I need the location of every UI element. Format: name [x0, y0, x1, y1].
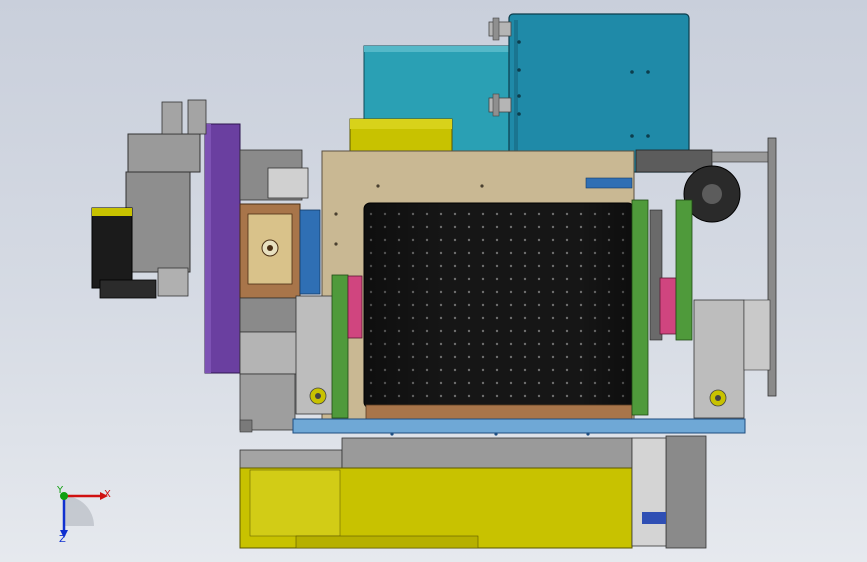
y-axis-label: Y — [56, 485, 64, 496]
xyz-axis-triad-icon — [60, 492, 108, 538]
blue-control-box — [508, 13, 690, 173]
bottom-right-housing — [631, 435, 707, 549]
cad-viewport[interactable]: X Y Z — [0, 0, 867, 562]
yellow-base — [239, 467, 633, 549]
x-axis-label: X — [104, 489, 111, 500]
left-lower-plate — [239, 373, 296, 433]
z-axis-label: Z — [59, 534, 66, 545]
pneumatic-fitting-upper — [488, 17, 512, 41]
blue-base-plate — [292, 418, 746, 436]
purple-side-plate — [204, 123, 241, 374]
left-valve-block — [91, 99, 207, 299]
perforated-drum — [363, 202, 635, 420]
